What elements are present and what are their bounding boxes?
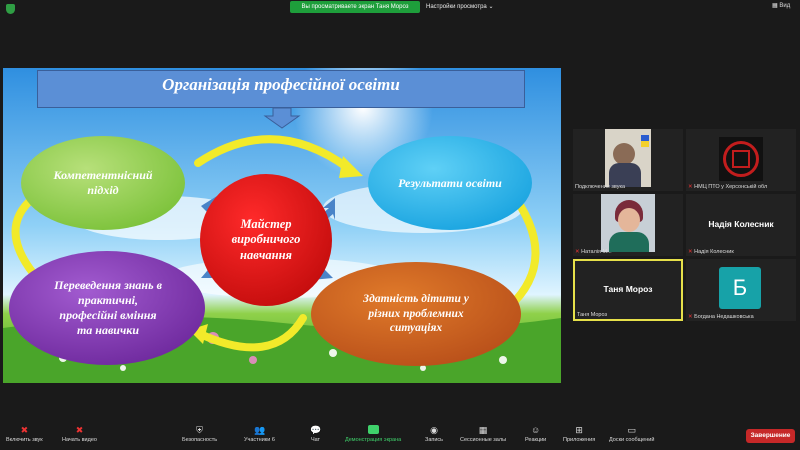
participant-tile-active[interactable]: Таня Мороз Таня Мороз <box>573 259 683 321</box>
record-icon: ◉ <box>430 425 438 435</box>
node-transfer: Переведення знань в практичні, професійн… <box>54 278 162 337</box>
share-screen-button[interactable]: Демонстрация экрана <box>345 425 401 443</box>
participants-count: 6 <box>271 437 275 443</box>
mic-muted-icon: ✕ <box>688 314 693 320</box>
share-screen-icon <box>367 425 379 434</box>
microphone-muted-icon: ✖ <box>20 425 29 435</box>
chat-icon: 💬 <box>310 425 322 435</box>
node-ability: Здатність дітити у різних проблемних сит… <box>363 292 469 335</box>
mic-muted-icon: ✕ <box>688 184 693 190</box>
apps-button[interactable]: ⊞ Приложения <box>563 425 595 443</box>
reactions-button[interactable]: ☺ Реакции <box>525 425 546 443</box>
record-button[interactable]: ◉ Запись <box>425 425 443 443</box>
chat-button[interactable]: 💬 Чат <box>310 425 321 443</box>
participant-display-name: Таня Мороз <box>603 284 653 294</box>
whiteboard-icon: ▭ <box>627 425 636 435</box>
view-options-label: Настройки просмотра <box>426 4 487 10</box>
participant-video <box>601 194 655 252</box>
participant-tile[interactable]: Подключение звука <box>573 129 683 191</box>
slide-title: Організація професійної освіти <box>37 70 525 108</box>
video-button[interactable]: ✖ Начать видео <box>62 425 97 443</box>
people-icon: 👥 <box>253 425 266 435</box>
apps-icon: ⊞ <box>575 425 583 435</box>
security-button[interactable]: ⛨ Безопасность <box>182 425 217 443</box>
node-competence: Компетентнісний підхід <box>53 168 153 197</box>
participant-name: ✕ Богдана Недашковська <box>688 314 754 320</box>
view-options-button[interactable]: Настройки просмотра ⌄ <box>426 1 512 13</box>
participant-tile[interactable]: ✕ Наталія М... <box>573 194 683 256</box>
participant-name: Таня Мороз <box>577 312 607 318</box>
grid-icon: ▦ <box>772 3 778 9</box>
audio-button[interactable]: ✖ Включить звук <box>6 425 43 443</box>
camera-off-icon: ✖ <box>75 425 84 435</box>
whiteboard-button[interactable]: ▭ Доски сообщений <box>609 425 654 443</box>
chevron-down-icon: ⌄ <box>488 4 494 10</box>
end-meeting-button[interactable]: Завершение <box>746 429 795 443</box>
participant-display-name: Надія Колесник <box>708 219 774 229</box>
security-shield-icon[interactable] <box>6 4 15 14</box>
share-banner: Вы просматриваете экран Таня Мороз <box>290 1 420 13</box>
participant-name: ✕ Надія Колесник <box>688 249 734 255</box>
shared-slide: Організація професійної освіти Компетент… <box>3 68 561 383</box>
mic-muted-icon: ✕ <box>688 249 693 255</box>
view-button[interactable]: ▦ Вид <box>772 2 790 9</box>
participant-video <box>605 129 651 187</box>
participant-name: ✕ Наталія М... <box>575 249 612 255</box>
participants-button[interactable]: 👥 Участники 6 <box>244 425 275 443</box>
org-logo <box>719 137 763 181</box>
breakout-rooms-button[interactable]: ▦ Сессионные залы <box>460 425 506 443</box>
node-center: Майстер виробничого навчання <box>231 216 301 262</box>
node-results: Результати освіти <box>398 175 502 190</box>
participant-tile[interactable]: Надія Колесник ✕ Надія Колесник <box>686 194 796 256</box>
shield-icon: ⛨ <box>196 425 203 435</box>
view-label: Вид <box>779 3 791 9</box>
mic-muted-icon: ✕ <box>575 249 580 255</box>
participant-tile[interactable]: Б ✕ Богдана Недашковська <box>686 259 796 321</box>
participant-tile[interactable]: ✕ НМЦ ПТО у Херсонській обл <box>686 129 796 191</box>
participant-avatar: Б <box>719 267 761 309</box>
smiley-icon: ☺ <box>531 425 541 435</box>
rooms-icon: ▦ <box>478 425 488 435</box>
participant-name: Подключение звука <box>575 184 626 190</box>
participant-name: ✕ НМЦ ПТО у Херсонській обл <box>688 184 768 190</box>
